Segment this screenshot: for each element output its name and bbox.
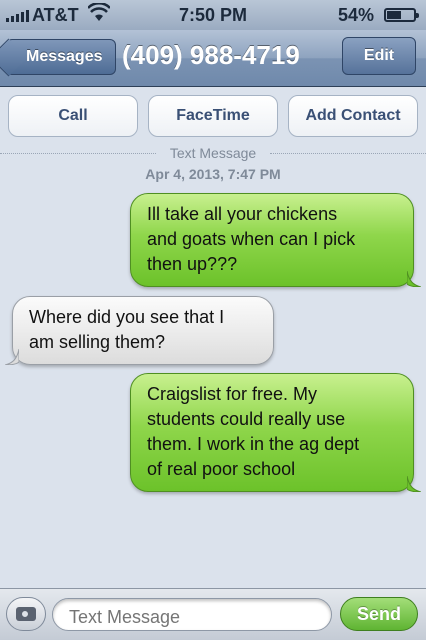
conversation-timestamp: Apr 4, 2013, 7:47 PM	[145, 166, 281, 182]
facetime-button[interactable]: FaceTime	[148, 95, 278, 137]
edit-button[interactable]: Edit	[342, 37, 416, 75]
message-line: Craigslist for free. My	[147, 384, 318, 404]
back-button-label: Messages	[26, 48, 103, 65]
message-line: students could really use	[147, 409, 346, 429]
bubble-tail	[407, 476, 421, 492]
divider-label: Text Message	[163, 145, 263, 161]
bubble-tail	[407, 271, 421, 287]
nav-bar: Messages (409) 988-4719 Edit	[0, 30, 426, 87]
message-line: and goats when can I pick	[147, 229, 356, 249]
message-line: then up???	[147, 254, 238, 274]
sent-message-bubble[interactable]: Craigslist for free. My students could r…	[130, 373, 421, 492]
battery-fill	[387, 11, 402, 19]
message-line: of real poor school	[147, 459, 296, 479]
send-button[interactable]: Send	[340, 597, 418, 631]
message-line: am selling them?	[29, 332, 166, 352]
received-message-bubble[interactable]: Where did you see that I am selling them…	[5, 296, 274, 365]
sent-message-bubble[interactable]: Ill take all your chickens and goats whe…	[130, 193, 421, 287]
message-type-divider: Text Message	[0, 145, 426, 161]
status-bar: AT&T 7:50 PM 54%	[0, 0, 426, 30]
bubble-tail	[5, 349, 19, 365]
back-button[interactable]: Messages	[6, 39, 116, 75]
add-contact-button[interactable]: Add Contact	[288, 95, 418, 137]
camera-lens	[20, 609, 30, 619]
message-line: Ill take all your chickens	[147, 204, 338, 224]
camera-button[interactable]	[6, 597, 46, 631]
message-input[interactable]	[52, 598, 332, 631]
battery-percent: 54%	[337, 5, 374, 25]
call-button[interactable]: Call	[8, 95, 138, 137]
message-line: Where did you see that I	[29, 307, 225, 327]
message-line: them. I work in the ag dept	[147, 434, 360, 454]
battery-icon	[384, 8, 419, 22]
message-composer: Send	[0, 588, 426, 640]
page-title: (409) 988-4719	[122, 40, 300, 70]
